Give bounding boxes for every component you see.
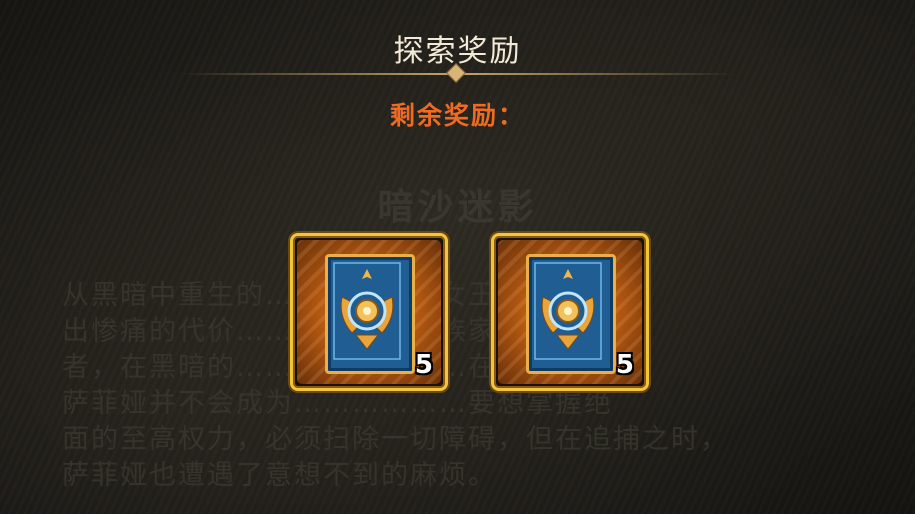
page-title: 探索奖励 [393,34,522,69]
lore-line: 者，在黑暗的……………………在沙漠腹地， [62,350,862,386]
remaining-rewards-label: 剩余奖励： [389,101,525,130]
reward-frame: 5 [297,240,441,384]
background-lore-text: 从黑暗中重生的………………女王虽引拉付 出惨痛的代价………………氏族家族的败 者… [62,278,862,494]
card-back-icon [526,254,616,374]
card-back-icon [325,254,415,374]
reward-count: 5 [615,350,634,380]
lore-line: 面的至高权力，必须扫除一切障碍，但在追捕之时， [62,424,729,455]
lore-line: 从黑暗中重生的………………女王虽引拉付 [62,278,862,314]
reward-slot-2[interactable]: 5 [491,233,649,391]
reward-count: 5 [414,350,433,380]
reward-frame: 5 [498,240,642,384]
reward-slot-1[interactable]: 5 [290,233,448,391]
lore-line: 出惨痛的代价………………氏族家族的败 [62,314,862,350]
lore-line: 萨菲娅也遭遇了意想不到的麻烦。 [62,460,497,491]
lore-line: 萨菲娅并不会成为………………要想掌握绝 [62,388,613,419]
background-lore-title: 暗沙迷影 [377,187,538,228]
